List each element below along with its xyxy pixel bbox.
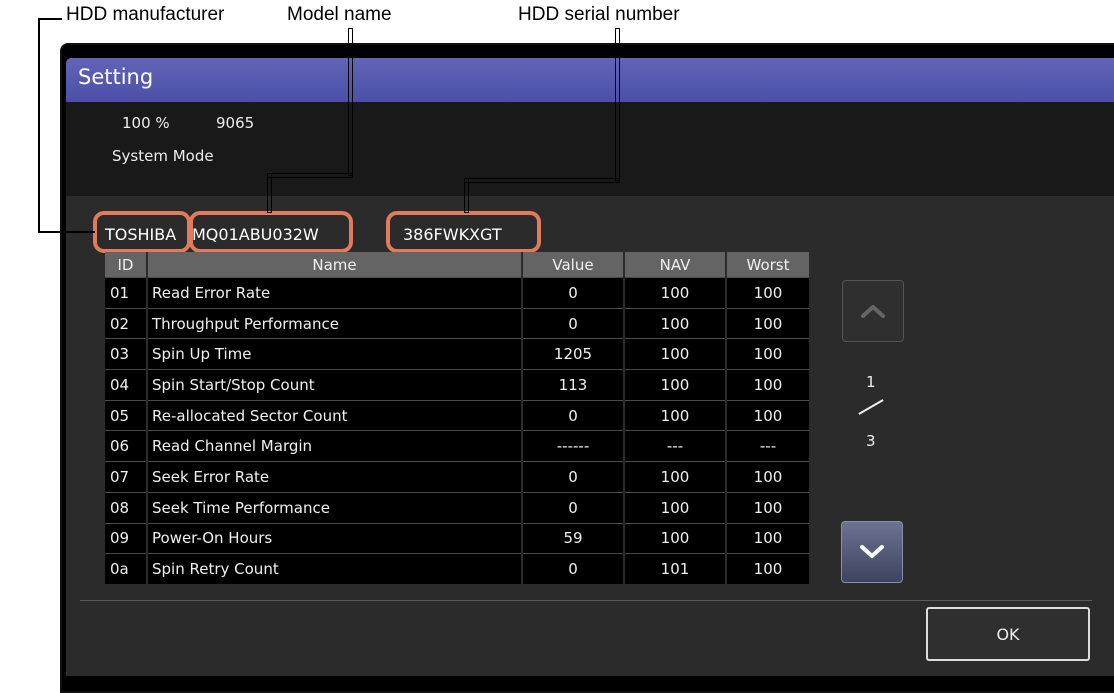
cell-id: 05 bbox=[105, 399, 148, 431]
cell-worst: 100 bbox=[726, 491, 811, 523]
cell-value: ------ bbox=[522, 430, 625, 462]
cell-name: Read Error Rate bbox=[147, 277, 523, 309]
page-down-button[interactable] bbox=[841, 521, 903, 583]
cell-nav: 100 bbox=[624, 277, 727, 309]
serial-highlight bbox=[386, 211, 541, 253]
cell-name: Spin Retry Count bbox=[147, 553, 523, 584]
cell-value: 0 bbox=[522, 277, 625, 309]
callout-line bbox=[615, 28, 620, 181]
table-row: 09 Power-On Hours 59 100 100 bbox=[105, 522, 811, 554]
footer-divider bbox=[80, 600, 1092, 601]
chevron-down-icon bbox=[860, 545, 884, 558]
cell-nav: 100 bbox=[624, 461, 727, 493]
cell-nav: 100 bbox=[624, 307, 727, 339]
callout-line bbox=[348, 28, 353, 176]
cell-nav: 100 bbox=[624, 399, 727, 431]
header-worst: Worst bbox=[726, 252, 811, 278]
smart-table: ID Name Value NAV Worst 01 Read Error Ra… bbox=[105, 252, 811, 584]
cell-id: 03 bbox=[105, 338, 148, 370]
header-value: Value bbox=[522, 252, 625, 278]
table-row: 08 Seek Time Performance 0 100 100 bbox=[105, 491, 811, 523]
cell-name: Spin Up Time bbox=[147, 338, 523, 370]
cell-id: 0a bbox=[105, 553, 148, 584]
table-row: 07 Seek Error Rate 0 100 100 bbox=[105, 461, 811, 493]
callout-line bbox=[38, 231, 95, 233]
status-counter: 9065 bbox=[216, 114, 255, 132]
cell-id: 02 bbox=[105, 307, 148, 339]
cell-value: 0 bbox=[522, 461, 625, 493]
model-highlight bbox=[189, 211, 353, 253]
ok-button[interactable]: OK bbox=[926, 607, 1090, 661]
chevron-up-icon bbox=[861, 305, 885, 318]
cell-id: 09 bbox=[105, 522, 148, 554]
table-row: 01 Read Error Rate 0 100 100 bbox=[105, 277, 811, 309]
cell-value: 0 bbox=[522, 491, 625, 523]
cell-value: 0 bbox=[522, 399, 625, 431]
table-row: 03 Spin Up Time 1205 100 100 bbox=[105, 338, 811, 370]
callout-line bbox=[38, 18, 62, 20]
cell-nav: 100 bbox=[624, 491, 727, 523]
status-mode: System Mode bbox=[112, 147, 214, 165]
cell-name: Seek Error Rate bbox=[147, 461, 523, 493]
header-nav: NAV bbox=[624, 252, 727, 278]
callout-model-name: Model name bbox=[287, 4, 392, 25]
table-row: 04 Spin Start/Stop Count 113 100 100 bbox=[105, 369, 811, 401]
cell-name: Spin Start/Stop Count bbox=[147, 369, 523, 401]
status-percent: 100 % bbox=[122, 114, 170, 132]
table-row: 05 Re-allocated Sector Count 0 100 100 bbox=[105, 399, 811, 431]
callout-line bbox=[464, 178, 620, 183]
cell-name: Power-On Hours bbox=[147, 522, 523, 554]
callout-line bbox=[267, 173, 272, 213]
cell-nav: 100 bbox=[624, 522, 727, 554]
cell-id: 08 bbox=[105, 491, 148, 523]
cell-id: 07 bbox=[105, 461, 148, 493]
cell-worst: 100 bbox=[726, 399, 811, 431]
table-row: 02 Throughput Performance 0 100 100 bbox=[105, 307, 811, 339]
callout-hdd-serial: HDD serial number bbox=[518, 4, 680, 25]
manufacturer-highlight bbox=[93, 211, 191, 253]
cell-id: 06 bbox=[105, 430, 148, 462]
cell-id: 01 bbox=[105, 277, 148, 309]
pager-current: 1 bbox=[866, 373, 876, 391]
cell-value: 1205 bbox=[522, 338, 625, 370]
cell-worst: 100 bbox=[726, 461, 811, 493]
header-name: Name bbox=[147, 252, 523, 278]
cell-nav: 100 bbox=[624, 369, 727, 401]
table-row: 0a Spin Retry Count 0 101 100 bbox=[105, 553, 811, 584]
cell-name: Seek Time Performance bbox=[147, 491, 523, 523]
cell-worst: --- bbox=[726, 430, 811, 462]
cell-nav: --- bbox=[624, 430, 727, 462]
callout-line bbox=[38, 18, 40, 232]
cell-worst: 100 bbox=[726, 553, 811, 584]
cell-value: 113 bbox=[522, 369, 625, 401]
header-id: ID bbox=[105, 252, 148, 278]
window-title: Setting bbox=[78, 65, 154, 89]
cell-value: 59 bbox=[522, 522, 625, 554]
page-up-button[interactable] bbox=[842, 280, 904, 342]
title-bar: Setting bbox=[66, 58, 1114, 102]
callout-hdd-manufacturer: HDD manufacturer bbox=[66, 4, 225, 25]
cell-worst: 100 bbox=[726, 369, 811, 401]
cell-worst: 100 bbox=[726, 277, 811, 309]
cell-nav: 100 bbox=[624, 338, 727, 370]
cell-value: 0 bbox=[522, 553, 625, 584]
cell-name: Read Channel Margin bbox=[147, 430, 523, 462]
pager-total: 3 bbox=[866, 432, 876, 450]
cell-id: 04 bbox=[105, 369, 148, 401]
cell-worst: 100 bbox=[726, 307, 811, 339]
callout-line bbox=[267, 173, 353, 178]
cell-worst: 100 bbox=[726, 338, 811, 370]
table-row: 06 Read Channel Margin ------ --- --- bbox=[105, 430, 811, 462]
cell-worst: 100 bbox=[726, 522, 811, 554]
cell-name: Re-allocated Sector Count bbox=[147, 399, 523, 431]
cell-name: Throughput Performance bbox=[147, 307, 523, 339]
callout-line bbox=[464, 178, 469, 213]
cell-nav: 101 bbox=[624, 553, 727, 584]
cell-value: 0 bbox=[522, 307, 625, 339]
